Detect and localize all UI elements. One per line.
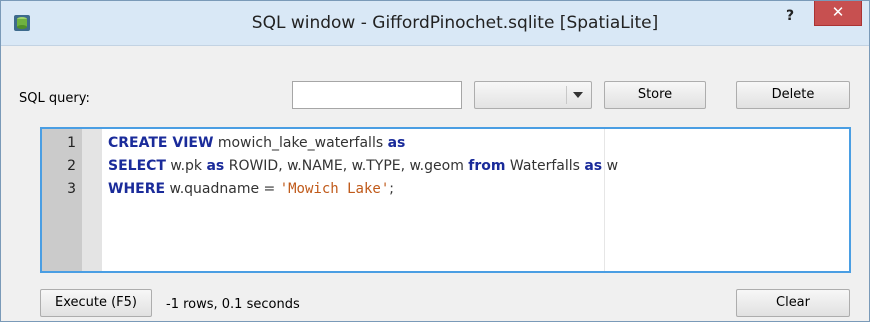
line-number: 3 bbox=[67, 181, 76, 197]
sql-window: SQL window - GiffordPinochet.sqlite [Spa… bbox=[0, 0, 870, 322]
chevron-down-icon[interactable] bbox=[573, 92, 583, 98]
help-button[interactable]: ? bbox=[773, 5, 807, 27]
store-button[interactable]: Store bbox=[604, 81, 706, 109]
status-text: -1 rows, 0.1 seconds bbox=[166, 297, 300, 312]
title-bar[interactable]: SQL window - GiffordPinochet.sqlite [Spa… bbox=[1, 1, 869, 46]
stored-query-select[interactable] bbox=[474, 81, 592, 109]
sql-query-label: SQL query: bbox=[19, 91, 90, 106]
sql-text: w.quadname = bbox=[165, 181, 280, 197]
sql-text: ; bbox=[389, 181, 394, 197]
code-line: CREATE VIEW mowich_lake_waterfalls as bbox=[108, 135, 405, 151]
dropdown-separator bbox=[566, 86, 567, 104]
code-line: SELECT w.pk as ROWID, w.NAME, w.TYPE, w.… bbox=[108, 158, 618, 174]
sql-keyword: from bbox=[468, 158, 506, 174]
delete-button[interactable]: Delete bbox=[736, 81, 850, 109]
code-line: WHERE w.quadname = 'Mowich Lake'; bbox=[108, 181, 394, 197]
sql-editor[interactable]: 1 2 3 CREATE VIEW mowich_lake_waterfalls… bbox=[40, 127, 851, 273]
fold-margin bbox=[82, 129, 102, 271]
sql-text: mowich_lake_waterfalls bbox=[213, 135, 388, 151]
query-name-input[interactable] bbox=[292, 81, 462, 109]
sql-keyword: SELECT bbox=[108, 158, 166, 174]
sql-text: w.pk bbox=[165, 158, 207, 174]
sql-string: 'Mowich Lake' bbox=[279, 181, 390, 197]
execute-button[interactable]: Execute (F5) bbox=[40, 289, 152, 317]
sql-text: ROWID, w.NAME, w.TYPE, w.geom bbox=[224, 158, 469, 174]
window-title: SQL window - GiffordPinochet.sqlite [Spa… bbox=[251, 13, 659, 33]
edge-line bbox=[604, 129, 605, 271]
sql-keyword: as bbox=[206, 158, 225, 174]
close-button[interactable]: ✕ bbox=[814, 1, 862, 26]
sql-keyword: CREATE VIEW bbox=[108, 135, 214, 151]
clear-button[interactable]: Clear bbox=[736, 289, 850, 317]
sql-text: Waterfalls bbox=[505, 158, 585, 174]
sql-keyword: as bbox=[584, 158, 603, 174]
sql-keyword: WHERE bbox=[108, 181, 166, 197]
line-number: 1 bbox=[67, 135, 76, 151]
line-number: 2 bbox=[67, 158, 76, 174]
sql-keyword: as bbox=[387, 135, 406, 151]
sql-text: w bbox=[602, 158, 619, 174]
